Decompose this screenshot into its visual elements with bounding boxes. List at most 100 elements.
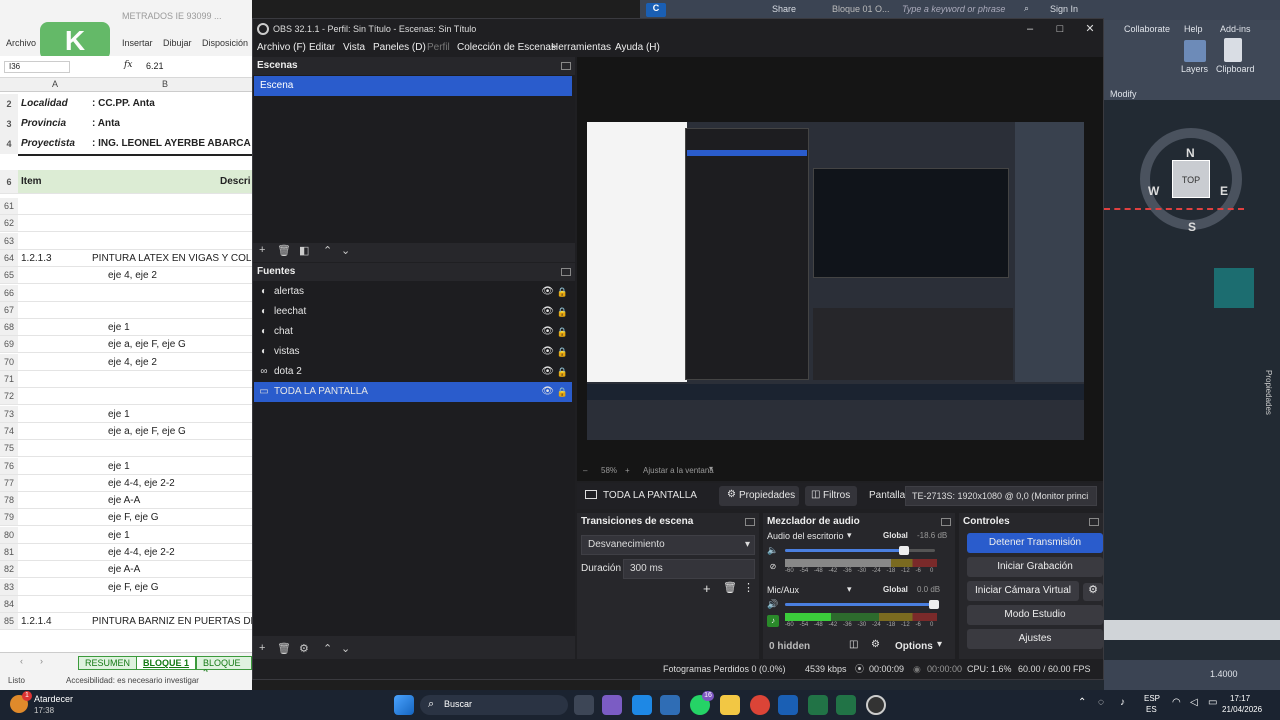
more-icon[interactable]: ⋮ [743, 581, 754, 594]
tray-overflow-icon[interactable]: ⌃ [1078, 697, 1086, 708]
add-scene-icon[interactable]: + [259, 244, 265, 256]
row-number[interactable]: 4 [0, 134, 18, 154]
scenes-list[interactable]: Escena [253, 75, 575, 243]
cell-description[interactable]: eje 4, eje 2 [108, 354, 157, 371]
sign-in-button[interactable]: Sign In [1050, 4, 1078, 14]
clipboard-button[interactable]: Clipboard [1216, 64, 1255, 74]
cell-description[interactable]: eje 4-4, eje 2-2 [108, 475, 175, 492]
undock-icon[interactable] [561, 62, 571, 70]
table-row[interactable]: 84 [0, 595, 252, 613]
mixer-layout-icon[interactable]: ◫ [849, 639, 858, 650]
excel-icon[interactable] [808, 695, 828, 715]
remove-scene-icon[interactable]: 🗑 [277, 244, 291, 257]
cell-description[interactable]: eje a, eje F, eje G [108, 336, 186, 353]
visibility-eye-icon[interactable]: 👁 [541, 322, 554, 342]
microphone-icon[interactable]: ♪ [1120, 697, 1125, 708]
properties-button[interactable]: ⚙ Propiedades [719, 486, 799, 506]
row-number[interactable]: 70 [0, 353, 18, 370]
table-row[interactable]: 81 eje 4-4, eje 2-2 [0, 544, 252, 561]
command-line[interactable] [1104, 620, 1280, 640]
volume-knob[interactable] [929, 600, 939, 609]
excel-grid[interactable]: 2 Localidad: CC.PP. Anta 3 Provincia: Anta 4… [0, 92, 252, 652]
cell-description[interactable]: eje a, eje F, eje G [108, 423, 186, 440]
row-number[interactable]: 78 [0, 492, 18, 509]
volume-slider[interactable] [785, 600, 939, 609]
undock-icon[interactable] [561, 268, 571, 276]
row-number[interactable]: 85 [0, 613, 18, 630]
table-row[interactable]: 67 [0, 301, 252, 319]
next-sheet-icon[interactable]: › [40, 656, 43, 666]
row-number[interactable]: 71 [0, 371, 18, 387]
cell-description[interactable]: eje 4-4, eje 2-2 [108, 544, 175, 561]
search-icon[interactable]: ⌕ [1024, 3, 1029, 14]
table-row[interactable]: 63 [0, 232, 252, 250]
lang-primary[interactable]: ESP [1144, 694, 1160, 703]
visibility-eye-icon[interactable]: 👁 [541, 362, 554, 382]
table-row[interactable]: 75 [0, 440, 252, 458]
remove-transition-icon[interactable]: 🗑 [723, 581, 737, 594]
table-row[interactable]: 71 [0, 371, 252, 388]
undock-icon[interactable] [745, 518, 755, 526]
table-row[interactable]: 74 eje a, eje F, eje G [0, 422, 252, 440]
move-down-icon[interactable]: ⌄ [341, 642, 350, 655]
cell-description[interactable]: PINTURA LATEX EN VIGAS Y COLUM [92, 250, 252, 267]
source-properties-icon[interactable]: ⚙ [299, 642, 309, 655]
excel-menu-disposicion[interactable]: Disposición [202, 38, 248, 48]
menu-item[interactable]: Paneles (D) [373, 42, 426, 53]
add-transition-icon[interactable]: + [703, 581, 711, 596]
excel-menu-archivo[interactable]: Archivo [6, 38, 36, 48]
store-icon[interactable] [660, 695, 680, 715]
zoom-out-icon[interactable]: – [583, 466, 587, 475]
row-number[interactable]: 75 [0, 440, 18, 457]
clipboard-icon[interactable] [1224, 38, 1242, 62]
row-number[interactable]: 2 [0, 94, 18, 114]
visibility-eye-icon[interactable]: 👁 [541, 382, 554, 402]
cell-description[interactable]: eje A-A [108, 492, 140, 509]
lock-icon[interactable]: 🔒 [557, 382, 568, 402]
row-number[interactable]: 66 [0, 284, 18, 301]
studio-mode-button[interactable]: Modo Estudio [967, 605, 1103, 625]
chevron-down-icon[interactable]: ▾ [709, 464, 713, 473]
edge-icon[interactable] [632, 695, 652, 715]
menu-item[interactable]: Ayuda (H) [615, 42, 660, 53]
row-number[interactable]: 73 [0, 405, 18, 422]
table-row[interactable]: 68 eje 1 [0, 319, 252, 337]
cell-description[interactable]: eje 1 [108, 458, 130, 475]
chevron-down-icon[interactable]: ▾ [847, 530, 852, 541]
menu-item[interactable]: Editar [309, 42, 335, 53]
source-item[interactable]: ◐ vistas 👁 🔒 [254, 342, 572, 362]
move-down-icon[interactable]: ⌄ [341, 244, 350, 257]
table-row[interactable]: 65 eje 4, eje 2 [0, 267, 252, 285]
menu-item[interactable]: Herramientas [551, 42, 611, 53]
cell-item[interactable]: 1.2.1.3 [21, 250, 52, 267]
row-number[interactable]: 83 [0, 578, 18, 595]
undock-icon[interactable] [1089, 518, 1099, 526]
menu-item[interactable]: Vista [343, 42, 365, 53]
file-explorer-icon[interactable] [720, 695, 740, 715]
excel-menu-insertar[interactable]: Insertar [122, 38, 153, 48]
row-number[interactable]: 82 [0, 561, 18, 578]
table-row[interactable]: 64 1.2.1.3 PINTURA LATEX EN VIGAS Y COLUM [0, 249, 252, 267]
table-row[interactable]: 76 eje 1 [0, 457, 252, 475]
row-number[interactable]: 64 [0, 249, 18, 266]
layers-icon[interactable] [1184, 40, 1206, 62]
col-b-header[interactable]: B [162, 79, 168, 89]
visibility-eye-icon[interactable]: 👁 [541, 282, 554, 302]
weather-title[interactable]: Atardecer [34, 694, 73, 704]
task-view-icon[interactable] [574, 695, 594, 715]
cell-description[interactable]: eje F, eje G [108, 509, 159, 526]
status-accessibility[interactable]: Accesibilidad: es necesario investigar [66, 676, 199, 685]
cell-description[interactable]: eje A-A [108, 561, 140, 578]
table-row[interactable]: 78 eje A-A [0, 492, 252, 510]
layers-button[interactable]: Layers [1181, 64, 1208, 74]
formula-input[interactable]: 6.21 [146, 61, 164, 71]
table-row[interactable]: 79 eje F, eje G [0, 509, 252, 527]
stop-streaming-button[interactable]: Detener Transmisión [967, 533, 1103, 553]
row-number[interactable]: 61 [0, 198, 18, 214]
scene-filters-icon[interactable]: ◧ [299, 244, 309, 257]
cell-description[interactable]: eje F, eje G [108, 579, 159, 596]
taskbar-search[interactable]: ⌕ Buscar [420, 695, 568, 715]
filters-button[interactable]: ◫ Filtros [805, 486, 857, 506]
mixer-settings-icon[interactable]: ⚙ [871, 639, 880, 650]
row-number[interactable]: 81 [0, 544, 18, 560]
